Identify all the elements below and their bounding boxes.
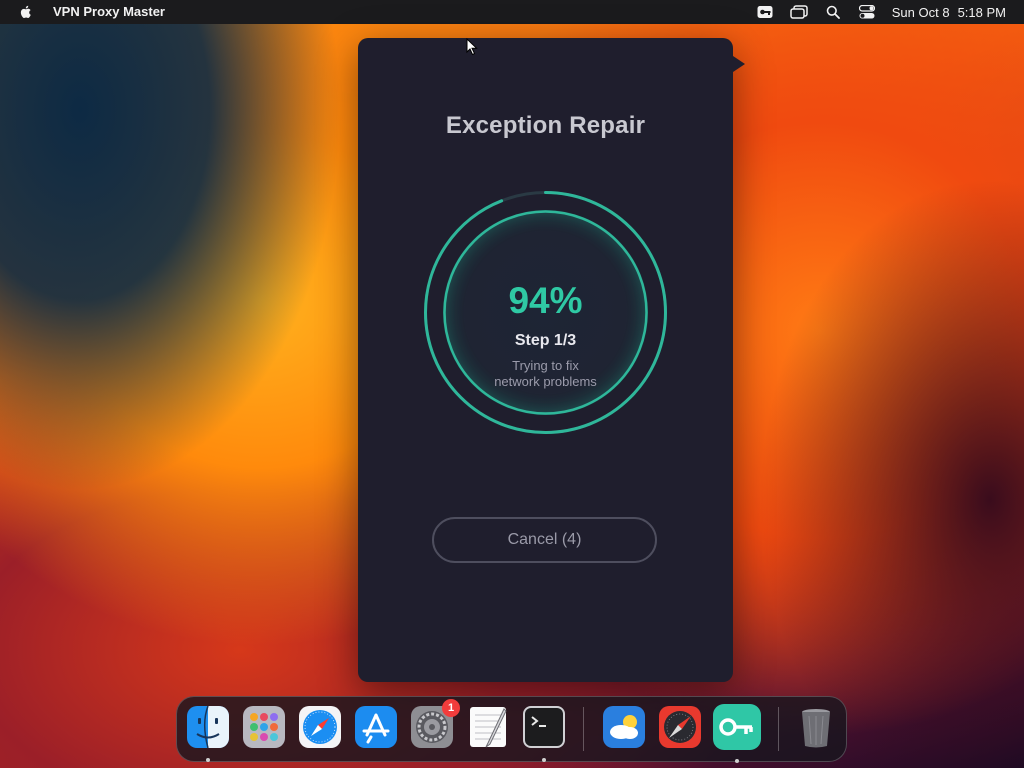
dock-vpn-proxy-master[interactable] [712, 703, 762, 763]
cancel-button[interactable]: Cancel (4) [432, 517, 657, 563]
notification-badge: 1 [442, 699, 460, 717]
dock-trash[interactable] [794, 705, 838, 749]
control-center-icon[interactable] [858, 4, 876, 20]
vpn-status-icon[interactable] [756, 4, 774, 20]
dock-app-store[interactable] [354, 705, 398, 749]
popover-arrow [733, 56, 745, 72]
dock-terminal[interactable] [522, 705, 566, 762]
dock: 1 [176, 696, 847, 763]
search-icon[interactable] [824, 4, 842, 20]
exception-repair-window: Exception Repair 94% Step 1/3 Trying to … [358, 38, 745, 682]
clock-time: 5:18 PM [957, 4, 1006, 20]
dock-finder[interactable] [186, 705, 230, 762]
running-indicator [735, 759, 739, 763]
vpn-key-icon [713, 704, 761, 750]
active-app-name[interactable]: VPN Proxy Master [53, 4, 165, 19]
running-indicator [206, 758, 210, 762]
safari-icon [299, 706, 341, 748]
textedit-icon [470, 707, 507, 748]
dock-launchpad[interactable] [242, 705, 286, 749]
progress-ring: 94% Step 1/3 Trying to fix network probl… [423, 190, 668, 435]
finder-icon [187, 705, 229, 749]
launchpad-icon [243, 706, 285, 748]
terminal-icon [523, 706, 565, 748]
clock-date: Sun Oct 8 [891, 4, 950, 20]
dialog-title: Exception Repair [445, 112, 646, 139]
dock-compass-app[interactable] [658, 705, 702, 749]
step-indicator: Step 1/3 [514, 332, 577, 349]
dock-system-settings[interactable]: 1 [410, 699, 460, 749]
dock-safari[interactable] [298, 705, 342, 749]
compass-icon [659, 706, 701, 748]
progress-percent: 94% [508, 280, 583, 321]
window-switcher-icon[interactable] [790, 4, 808, 20]
status-description: Trying to fix network problems [478, 358, 613, 390]
dock-separator [778, 707, 779, 751]
trash-icon [802, 709, 830, 748]
menu-bar-clock[interactable]: Sun Oct 8 5:18 PM [892, 5, 1006, 20]
weather-icon [603, 706, 645, 748]
app-store-icon [355, 706, 397, 748]
menu-bar: VPN Proxy Master Sun Oct 8 5:18 PM [0, 0, 1024, 24]
dock-separator [583, 707, 584, 751]
menu-bar-extras: Sun Oct 8 5:18 PM [756, 0, 1024, 24]
dock-weather[interactable] [602, 705, 646, 749]
apple-menu-icon[interactable] [18, 4, 34, 20]
dock-textedit[interactable] [466, 705, 510, 749]
status-line-1: Trying to fix [512, 358, 579, 373]
status-line-2: network problems [494, 374, 597, 389]
mouse-cursor-icon [466, 38, 478, 56]
running-indicator [542, 758, 546, 762]
